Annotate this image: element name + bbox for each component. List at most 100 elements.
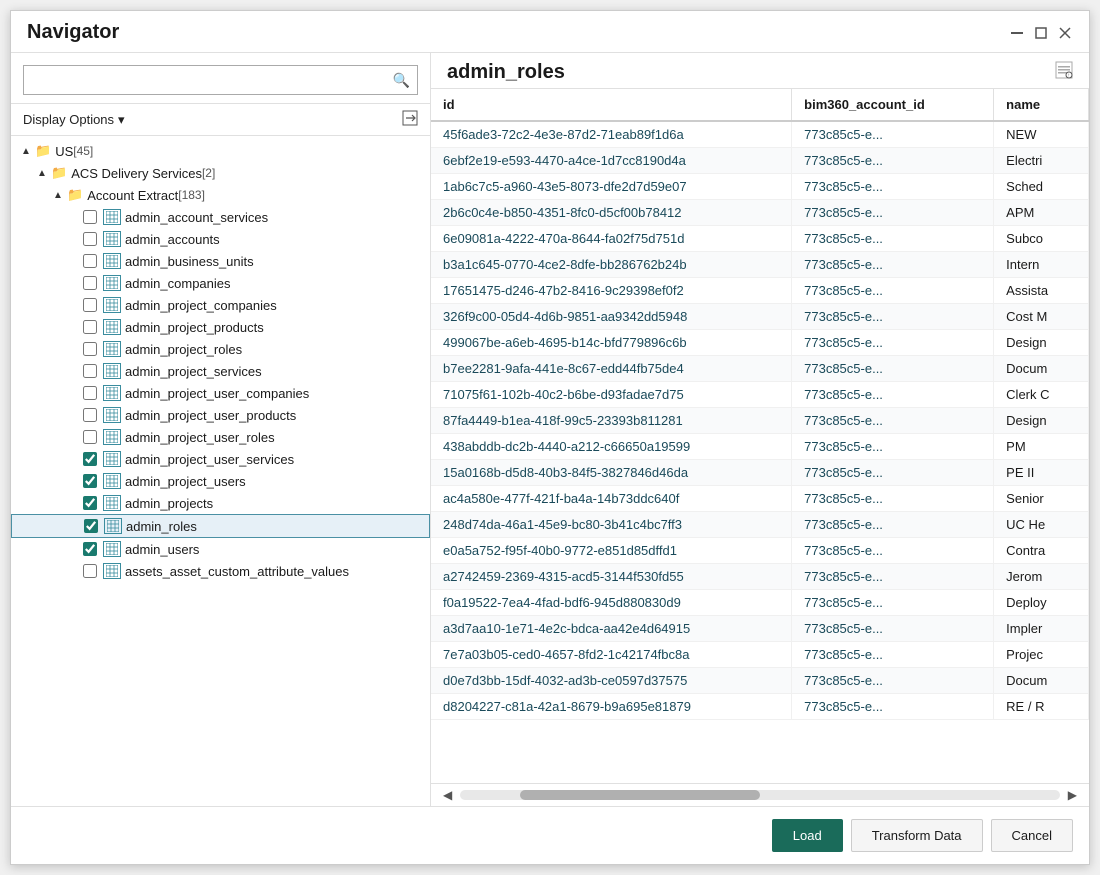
tree-item-checkbox[interactable] [83, 364, 97, 378]
scroll-thumb[interactable] [520, 790, 760, 800]
tree-item-label: admin_users [125, 542, 199, 557]
tree-item-checkbox[interactable] [83, 254, 97, 268]
left-panel: 🔍 Display Options ▾ ▲📁US [45]▲📁ACS [11, 53, 431, 806]
tree-item[interactable]: admin_project_user_roles [11, 426, 430, 448]
tree-item-checkbox[interactable] [83, 564, 97, 578]
scroll-track[interactable] [460, 790, 1060, 800]
table-row[interactable]: 2b6c0c4e-b850-4351-8fc0-d5cf00b78412773c… [431, 200, 1089, 226]
tree-item-checkbox[interactable] [83, 542, 97, 556]
tree-item-checkbox[interactable] [84, 519, 98, 533]
tree-item[interactable]: admin_accounts [11, 228, 430, 250]
search-input[interactable] [23, 65, 418, 95]
restore-button[interactable] [1033, 25, 1049, 41]
scroll-left-icon[interactable]: ◀ [439, 786, 456, 804]
tree-container[interactable]: ▲📁US [45]▲📁ACS Delivery Services [2]▲📁Ac… [11, 136, 430, 806]
tree-item-checkbox[interactable] [83, 342, 97, 356]
table-row[interactable]: 438abddb-dc2b-4440-a212-c66650a19599773c… [431, 434, 1089, 460]
table-cell: Clerk C [994, 382, 1089, 408]
tree-item[interactable]: admin_project_services [11, 360, 430, 382]
cancel-button[interactable]: Cancel [991, 819, 1073, 852]
table-row[interactable]: 1ab6c7c5-a960-43e5-8073-dfe2d7d59e07773c… [431, 174, 1089, 200]
tree-item-checkbox[interactable] [83, 408, 97, 422]
tree-item[interactable]: admin_users [11, 538, 430, 560]
table-cell: Docum [994, 668, 1089, 694]
table-row[interactable]: a3d7aa10-1e71-4e2c-bdca-aa42e4d64915773c… [431, 616, 1089, 642]
tree-item[interactable]: admin_project_user_services [11, 448, 430, 470]
tree-item-checkbox[interactable] [83, 474, 97, 488]
table-cell: Subco [994, 226, 1089, 252]
tree-item[interactable]: admin_projects [11, 492, 430, 514]
display-options-button[interactable]: Display Options ▾ [23, 112, 125, 128]
data-table-wrapper[interactable]: idbim360_account_idname 45f6ade3-72c2-4e… [431, 89, 1089, 783]
table-cell: 248d74da-46a1-45e9-bc80-3b41c4bc7ff3 [431, 512, 792, 538]
tree-item-checkbox[interactable] [83, 452, 97, 466]
tree-item[interactable]: admin_business_units [11, 250, 430, 272]
minimize-button[interactable] [1009, 25, 1025, 41]
table-icon [103, 319, 121, 335]
table-cell: 87fa4449-b1ea-418f-99c5-23393b811281 [431, 408, 792, 434]
search-icon: 🔍 [393, 72, 410, 89]
table-row[interactable]: 248d74da-46a1-45e9-bc80-3b41c4bc7ff3773c… [431, 512, 1089, 538]
table-row[interactable]: 17651475-d246-47b2-8416-9c29398ef0f2773c… [431, 278, 1089, 304]
table-cell: 438abddb-dc2b-4440-a212-c66650a19599 [431, 434, 792, 460]
tree-item[interactable]: ▲📁US [45] [11, 140, 430, 162]
table-cell: Jerom [994, 564, 1089, 590]
tree-item[interactable]: admin_project_companies [11, 294, 430, 316]
transform-data-button[interactable]: Transform Data [851, 819, 983, 852]
table-cell: UC He [994, 512, 1089, 538]
tree-item[interactable]: assets_asset_custom_attribute_values [11, 560, 430, 582]
table-row[interactable]: 87fa4449-b1ea-418f-99c5-23393b811281773c… [431, 408, 1089, 434]
tree-item-checkbox[interactable] [83, 232, 97, 246]
tree-item-checkbox[interactable] [83, 210, 97, 224]
scroll-right-icon[interactable]: ▶ [1064, 786, 1081, 804]
tree-item[interactable]: admin_project_user_products [11, 404, 430, 426]
table-row[interactable]: d0e7d3bb-15df-4032-ad3b-ce0597d37575773c… [431, 668, 1089, 694]
load-button[interactable]: Load [772, 819, 843, 852]
table-row[interactable]: f0a19522-7ea4-4fad-bdf6-945d880830d9773c… [431, 590, 1089, 616]
tree-item-checkbox[interactable] [83, 298, 97, 312]
table-cell: e0a5a752-f95f-40b0-9772-e851d85dffd1 [431, 538, 792, 564]
table-header-bar: admin_roles ↑ [431, 53, 1089, 89]
table-row[interactable]: 6e09081a-4222-470a-8644-fa02f75d751d773c… [431, 226, 1089, 252]
table-row[interactable]: 15a0168b-d5d8-40b3-84f5-3827846d46da773c… [431, 460, 1089, 486]
tree-item[interactable]: ▲📁ACS Delivery Services [2] [11, 162, 430, 184]
table-row[interactable]: 71075f61-102b-40c2-b6be-d93fadae7d75773c… [431, 382, 1089, 408]
table-row[interactable]: 6ebf2e19-e593-4470-a4ce-1d7cc8190d4a773c… [431, 148, 1089, 174]
table-row[interactable]: b3a1c645-0770-4ce2-8dfe-bb286762b24b773c… [431, 252, 1089, 278]
tree-item-checkbox[interactable] [83, 430, 97, 444]
table-cell: 773c85c5-e... [792, 590, 994, 616]
tree-item-label: admin_project_roles [125, 342, 242, 357]
table-row[interactable]: 45f6ade3-72c2-4e3e-87d2-71eab89f1d6a773c… [431, 121, 1089, 148]
table-row[interactable]: 7e7a03b05-ced0-4657-8fd2-1c42174fbc8a773… [431, 642, 1089, 668]
table-row[interactable]: e0a5a752-f95f-40b0-9772-e851d85dffd1773c… [431, 538, 1089, 564]
refresh-icon[interactable] [402, 110, 418, 129]
tree-item[interactable]: ▲📁Account Extract [183] [11, 184, 430, 206]
table-cell: 6e09081a-4222-470a-8644-fa02f75d751d [431, 226, 792, 252]
table-row[interactable]: b7ee2281-9afa-441e-8c67-edd44fb75de4773c… [431, 356, 1089, 382]
tree-item[interactable]: admin_companies [11, 272, 430, 294]
search-wrapper: 🔍 [23, 65, 418, 95]
table-row[interactable]: ac4a580e-477f-421f-ba4a-14b73ddc640f773c… [431, 486, 1089, 512]
tree-item[interactable]: admin_project_users [11, 470, 430, 492]
horizontal-scrollbar[interactable]: ◀ ▶ [431, 783, 1089, 806]
tree-item[interactable]: admin_account_services [11, 206, 430, 228]
table-row[interactable]: 326f9c00-05d4-4d6b-9851-aa9342dd5948773c… [431, 304, 1089, 330]
tree-item-checkbox[interactable] [83, 276, 97, 290]
tree-item-checkbox[interactable] [83, 320, 97, 334]
close-button[interactable] [1057, 25, 1073, 41]
tree-item[interactable]: admin_project_roles [11, 338, 430, 360]
tree-item[interactable]: admin_roles [11, 514, 430, 538]
tree-item[interactable]: admin_project_user_companies [11, 382, 430, 404]
window-title: Navigator [27, 21, 119, 44]
table-cell: 773c85c5-e... [792, 616, 994, 642]
tree-item-checkbox[interactable] [83, 496, 97, 510]
table-icon [104, 518, 122, 534]
table-options-icon[interactable]: ↑ [1055, 61, 1073, 84]
table-row[interactable]: d8204227-c81a-42a1-8679-b9a695e81879773c… [431, 694, 1089, 720]
table-row[interactable]: 499067be-a6eb-4695-b14c-bfd779896c6b773c… [431, 330, 1089, 356]
table-icon [103, 541, 121, 557]
tree-item-checkbox[interactable] [83, 386, 97, 400]
tree-item[interactable]: admin_project_products [11, 316, 430, 338]
table-row[interactable]: a2742459-2369-4315-acd5-3144f530fd55773c… [431, 564, 1089, 590]
search-bar: 🔍 [11, 53, 430, 104]
